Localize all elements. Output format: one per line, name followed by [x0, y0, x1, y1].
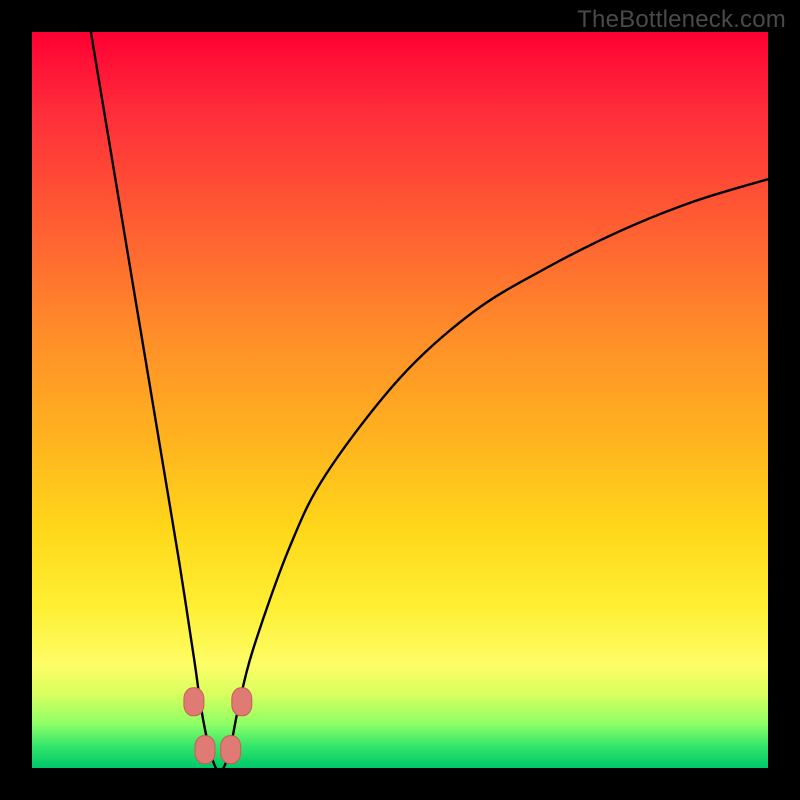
curve-marker: [221, 736, 241, 764]
bottleneck-curve: [91, 32, 768, 771]
curve-marker: [184, 688, 204, 716]
highlight-markers: [184, 688, 252, 764]
chart-frame: TheBottleneck.com: [0, 0, 800, 800]
chart-svg: [32, 32, 768, 768]
curve-marker: [232, 688, 252, 716]
watermark-text: TheBottleneck.com: [577, 6, 786, 34]
curve-marker: [195, 736, 215, 764]
plot-area: [32, 32, 768, 768]
